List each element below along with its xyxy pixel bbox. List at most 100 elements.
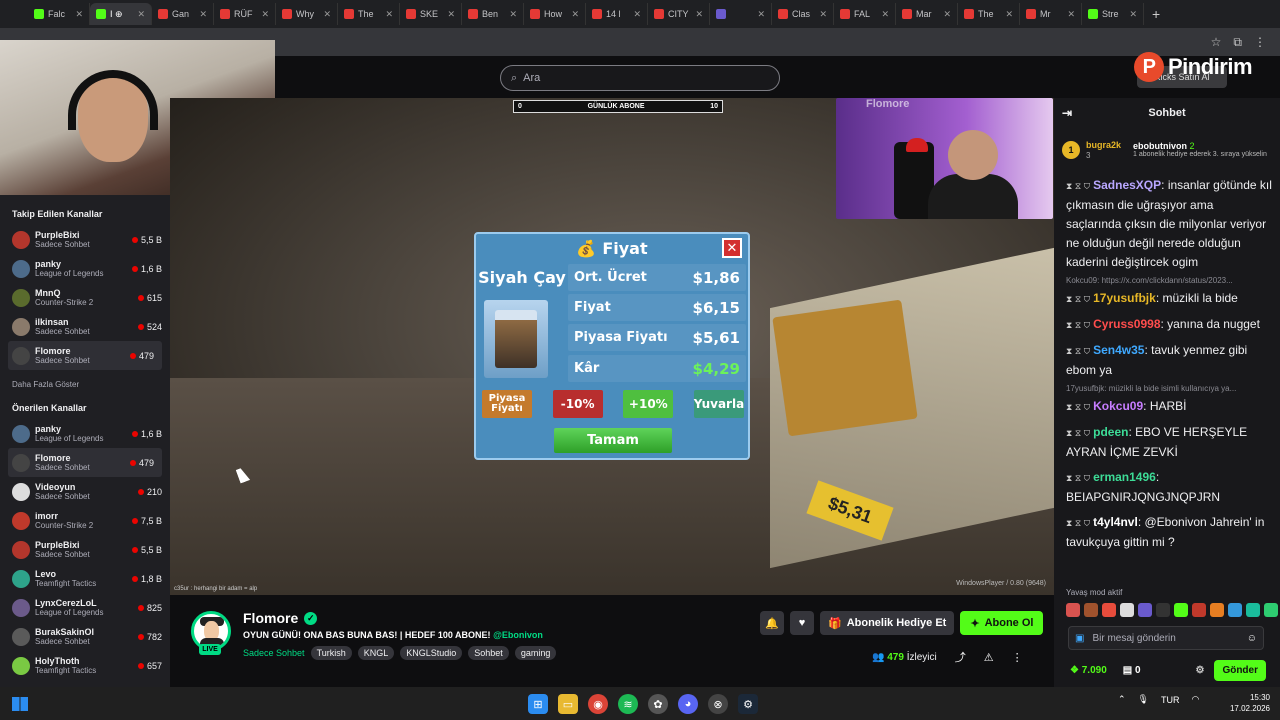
- browser-tab[interactable]: SKE ✕: [400, 3, 462, 25]
- sidebar-channel[interactable]: MnnQ Counter-Strike 2 615: [0, 283, 170, 312]
- close-tab-icon[interactable]: ✕: [943, 9, 951, 20]
- emote-icon[interactable]: [1192, 603, 1206, 617]
- close-tab-icon[interactable]: ✕: [571, 9, 579, 20]
- emote-icon[interactable]: [1210, 603, 1224, 617]
- sidebar-channel[interactable]: PurpleBixi Sadece Sohbet 5,5 B: [0, 225, 170, 254]
- sidebar-channel[interactable]: BurakSakinOl Sadece Sohbet 782: [0, 622, 170, 651]
- browser-tab[interactable]: Gan ✕: [152, 3, 214, 25]
- subscribe-button[interactable]: ✦ Abone Ol: [960, 611, 1044, 635]
- extensions-icon[interactable]: ⧉: [1233, 35, 1242, 50]
- spotify-icon[interactable]: ≋: [618, 694, 638, 714]
- sidebar-channel[interactable]: Levo Teamfight Tactics 1,8 B: [0, 564, 170, 593]
- tag-pill[interactable]: gaming: [514, 646, 557, 660]
- sidebar-channel[interactable]: Flomore Sadece Sohbet 479: [8, 341, 162, 370]
- browser-tab[interactable]: How ✕: [524, 3, 586, 25]
- microphone-icon[interactable]: 🎙: [1138, 694, 1149, 705]
- category-link[interactable]: Sadece Sohbet: [243, 648, 305, 658]
- browser-tab[interactable]: Falc ✕: [28, 3, 90, 25]
- emote-icon[interactable]: [1102, 603, 1116, 617]
- close-tab-icon[interactable]: ✕: [633, 9, 641, 20]
- browser-tab[interactable]: Clas ✕: [772, 3, 834, 25]
- browser-tab[interactable]: CITY ✕: [648, 3, 710, 25]
- share-icon[interactable]: ⤴: [955, 649, 966, 665]
- close-tab-icon[interactable]: ✕: [199, 9, 207, 20]
- close-tab-icon[interactable]: ✕: [75, 9, 83, 20]
- pinned-user[interactable]: ebobutnivon: [1133, 141, 1187, 151]
- channel-name[interactable]: Flomore: [243, 610, 298, 626]
- close-tab-icon[interactable]: ✕: [137, 9, 145, 20]
- chat-username[interactable]: Cyruss0998: [1093, 317, 1160, 331]
- menu-icon[interactable]: ⋮: [1254, 35, 1266, 49]
- emote-icon[interactable]: [1138, 603, 1152, 617]
- chat-username[interactable]: SadnesXQP: [1093, 178, 1161, 192]
- emote-icon[interactable]: [1228, 603, 1242, 617]
- close-tab-icon[interactable]: ✕: [819, 9, 827, 20]
- close-button[interactable]: ✕: [722, 238, 742, 258]
- chat-username[interactable]: Kokcu09: [1093, 399, 1143, 413]
- chat-username[interactable]: 17yusufbjk: [1093, 291, 1156, 305]
- follow-heart-icon[interactable]: ♥: [790, 611, 814, 635]
- browser-tab[interactable]: Stre ✕: [1082, 3, 1144, 25]
- chatgpt-icon[interactable]: ✿: [648, 694, 668, 714]
- browser-tab[interactable]: 14 l ✕: [586, 3, 648, 25]
- round-button[interactable]: Yuvarla: [694, 390, 744, 418]
- tag-pill[interactable]: Sohbet: [468, 646, 509, 660]
- plus-10-button[interactable]: +10%: [623, 390, 674, 418]
- sidebar-channel[interactable]: panky League of Legends 1,6 B: [0, 419, 170, 448]
- more-icon[interactable]: ⋮: [1012, 651, 1023, 664]
- sidebar-channel[interactable]: panky League of Legends 1,6 B: [0, 254, 170, 283]
- collapse-chat-icon[interactable]: ⇥: [1062, 106, 1072, 120]
- system-clock[interactable]: 15:30 17.02.2026: [1226, 693, 1270, 715]
- chat-username[interactable]: Sen4w35: [1093, 343, 1144, 357]
- sidebar-channel[interactable]: Videoyun Sadece Sohbet 210: [0, 477, 170, 506]
- new-tab-button[interactable]: +: [1144, 6, 1168, 22]
- emote-icon[interactable]: [1084, 603, 1098, 617]
- browser-tab[interactable]: Why ✕: [276, 3, 338, 25]
- close-tab-icon[interactable]: ✕: [261, 9, 269, 20]
- chrome-icon[interactable]: ◉: [588, 694, 608, 714]
- sidebar-channel[interactable]: ilkinsan Sadece Sohbet 524: [0, 312, 170, 341]
- chat-username[interactable]: pdeen: [1093, 425, 1128, 439]
- chat-settings-icon[interactable]: ▣: [1075, 633, 1084, 644]
- gear-icon[interactable]: ⚙: [1195, 665, 1204, 676]
- close-tab-icon[interactable]: ✕: [447, 9, 455, 20]
- reply-preview[interactable]: Kokcu09: https://x.com/clickdann/status/…: [1066, 276, 1272, 285]
- browser-tab[interactable]: Mar ✕: [896, 3, 958, 25]
- emote-icon[interactable]: [1156, 603, 1170, 617]
- sidebar-channel[interactable]: Flomore Sadece Sohbet 479: [8, 448, 162, 477]
- chevron-up-icon[interactable]: ⌃: [1118, 694, 1126, 705]
- chat-username[interactable]: erman1496: [1093, 470, 1156, 484]
- browser-tab[interactable]: I ⊕ ✕: [90, 3, 152, 25]
- close-tab-icon[interactable]: ✕: [1129, 9, 1137, 20]
- bookmark-star-icon[interactable]: ☆: [1211, 35, 1222, 49]
- report-icon[interactable]: ⚠: [984, 651, 994, 664]
- file-explorer-icon[interactable]: ▭: [558, 694, 578, 714]
- tag-pill[interactable]: KNGL: [357, 646, 395, 660]
- browser-tab[interactable]: Mr ✕: [1020, 3, 1082, 25]
- sidebar-channel[interactable]: LynxCerezLoL League of Legends 825: [0, 593, 170, 622]
- emote-icon[interactable]: [1174, 603, 1188, 617]
- close-tab-icon[interactable]: ✕: [757, 9, 765, 20]
- tag-pill[interactable]: KNGLStudio: [400, 646, 463, 660]
- close-tab-icon[interactable]: ✕: [385, 9, 393, 20]
- send-button[interactable]: Gönder: [1214, 660, 1266, 681]
- ok-button[interactable]: Tamam: [554, 428, 672, 453]
- close-tab-icon[interactable]: ✕: [1005, 9, 1013, 20]
- emote-icon[interactable]: [1246, 603, 1260, 617]
- browser-tab[interactable]: Ben ✕: [462, 3, 524, 25]
- sidebar-channel[interactable]: imorr Counter-Strike 2 7,5 B: [0, 506, 170, 535]
- emote-icon[interactable]: [1264, 603, 1278, 617]
- gift-sub-button[interactable]: 🎁 Abonelik Hediye Et: [820, 611, 955, 635]
- reply-preview[interactable]: 17yusufbjk: müzikli la bide isimli kulla…: [1066, 384, 1272, 393]
- close-tab-icon[interactable]: ✕: [695, 9, 703, 20]
- browser-tab[interactable]: The ✕: [338, 3, 400, 25]
- language-indicator[interactable]: TUR: [1161, 695, 1180, 705]
- market-price-button[interactable]: Piyasa Fiyatı: [482, 390, 532, 418]
- wifi-icon[interactable]: ◠: [1191, 694, 1199, 705]
- browser-tab[interactable]: ✕: [710, 3, 772, 25]
- steam-icon[interactable]: ⚙: [738, 694, 758, 714]
- sidebar-channel[interactable]: PurpleBixi Sadece Sohbet 5,5 B: [0, 535, 170, 564]
- minus-10-button[interactable]: -10%: [552, 390, 603, 418]
- show-more-link[interactable]: Daha Fazla Göster: [0, 370, 170, 399]
- emoji-icon[interactable]: ☺: [1247, 633, 1257, 644]
